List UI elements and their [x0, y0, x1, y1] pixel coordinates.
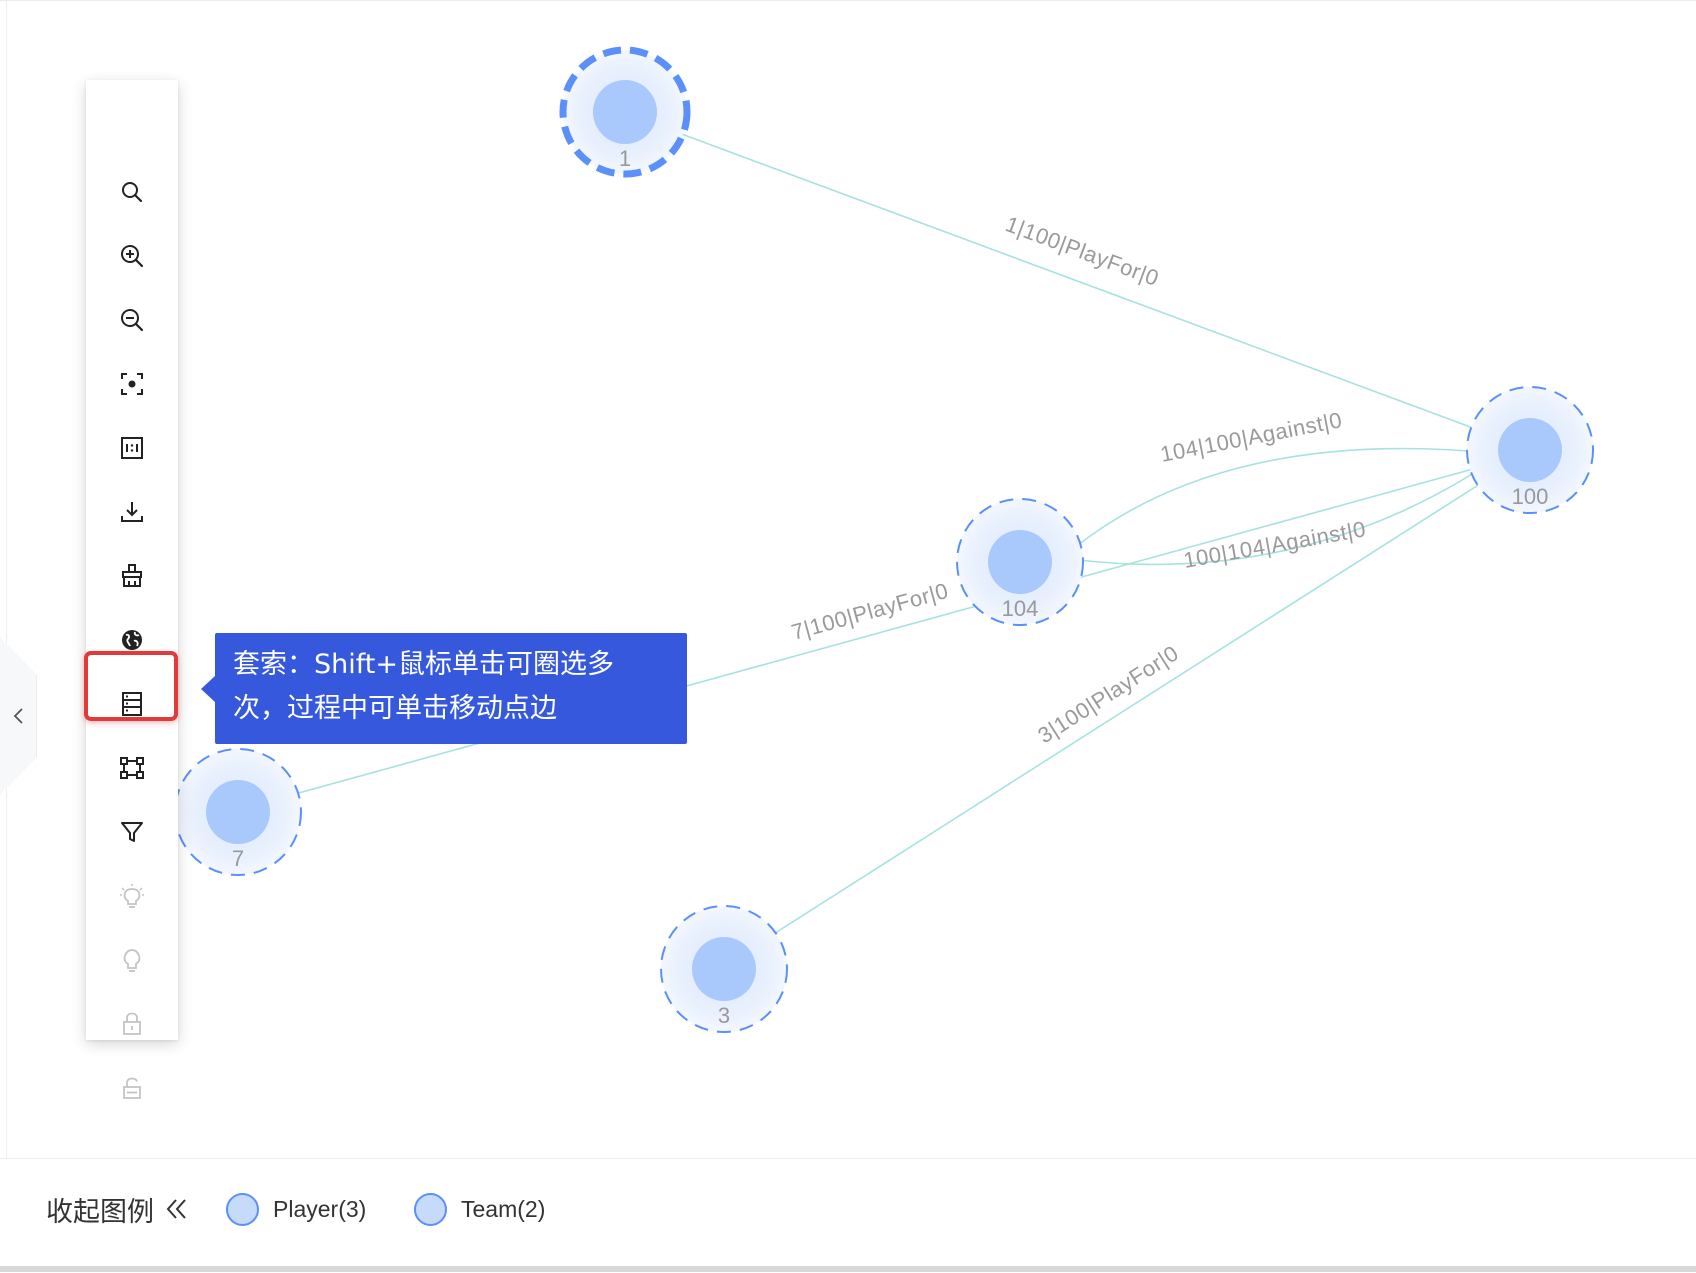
globe-icon [122, 630, 142, 650]
legend-swatch [414, 1192, 447, 1226]
tooltip-line-1: 套索：Shift+鼠标单击可圈选多 [233, 649, 614, 680]
legend-label: Team(2) [461, 1195, 546, 1222]
node-label: 1 [619, 146, 631, 171]
bulb-on-icon [120, 884, 144, 908]
edge-label: 104|100|Against|0 [1158, 407, 1344, 467]
tooltip-line-2: 次，过程中可单击移动点边 [233, 693, 557, 724]
node-label: 104 [1002, 596, 1039, 621]
collapse-legend-button[interactable]: 收起图例 [46, 1189, 190, 1229]
graph-canvas[interactable]: 1|100|PlayFor|0 104|100|Against|0 100|10… [0, 0, 1696, 1273]
zoom-in-button[interactable] [86, 224, 178, 288]
download-icon [121, 502, 143, 522]
graph-edge[interactable] [265, 459, 1503, 803]
clear-canvas-button[interactable] [86, 544, 178, 608]
node-label: 7 [232, 846, 244, 871]
bulb-off-button [86, 928, 178, 992]
legend-bar: 收起图例 Player(3) Team(2) [0, 1158, 1696, 1273]
search-icon [122, 182, 143, 203]
graph-edge[interactable] [651, 122, 1501, 439]
lasso-tooltip: 套索：Shift+鼠标单击可圈选多 次，过程中可单击移动点边 [215, 633, 687, 744]
zoom-in-icon [121, 245, 144, 268]
focus-center-button[interactable] [86, 352, 178, 416]
unlock-button [86, 1056, 178, 1120]
bottom-divider [0, 1266, 1696, 1272]
actual-size-icon [121, 437, 143, 459]
chevron-left-icon [13, 708, 23, 724]
edge-label: 3|100|PlayFor|0 [1033, 640, 1183, 748]
tooltip-arrow [201, 676, 215, 702]
node-label: 3 [718, 1003, 730, 1028]
lasso-highlight-box [84, 651, 178, 721]
lasso-select-icon [120, 757, 144, 779]
graph-node[interactable]: 7 [174, 748, 302, 876]
focus-center-icon [121, 373, 143, 395]
unlock-icon [123, 1077, 141, 1099]
bulb-on-button [86, 864, 178, 928]
zoom-out-icon [121, 309, 144, 332]
double-chevron-left-icon [166, 1199, 186, 1219]
legend-swatch [226, 1192, 259, 1226]
lock-button [86, 992, 178, 1056]
filter-button[interactable] [86, 800, 178, 864]
graph-edge[interactable] [746, 467, 1506, 952]
graph-node[interactable]: 100 [1466, 386, 1594, 514]
graph-node[interactable]: 104 [956, 498, 1084, 626]
actual-size-button[interactable] [86, 416, 178, 480]
node-label: 100 [1512, 484, 1549, 509]
legend-label: Player(3) [273, 1195, 367, 1222]
graph-toolbar [86, 80, 178, 1099]
collapse-legend-label: 收起图例 [46, 1196, 154, 1228]
zoom-out-button[interactable] [86, 288, 178, 352]
search-button[interactable] [86, 160, 178, 224]
graph-node[interactable]: 3 [660, 905, 788, 1033]
bulb-off-icon [123, 949, 141, 972]
edge-label: 100|104|Against|0 [1182, 516, 1368, 573]
filter-icon [121, 822, 143, 842]
legend-item-player[interactable]: Player(3) [226, 1187, 366, 1231]
clear-canvas-icon [122, 564, 142, 587]
lock-icon [123, 1012, 141, 1035]
edge-label: 1|100|PlayFor|0 [1002, 211, 1162, 291]
download-button[interactable] [86, 480, 178, 544]
graph-node[interactable]: 1 [559, 46, 691, 178]
edge-labels-layer: 1|100|PlayFor|0 104|100|Against|0 100|10… [789, 211, 1368, 748]
lasso-select-button[interactable] [86, 736, 178, 800]
legend-item-team[interactable]: Team(2) [414, 1187, 545, 1231]
